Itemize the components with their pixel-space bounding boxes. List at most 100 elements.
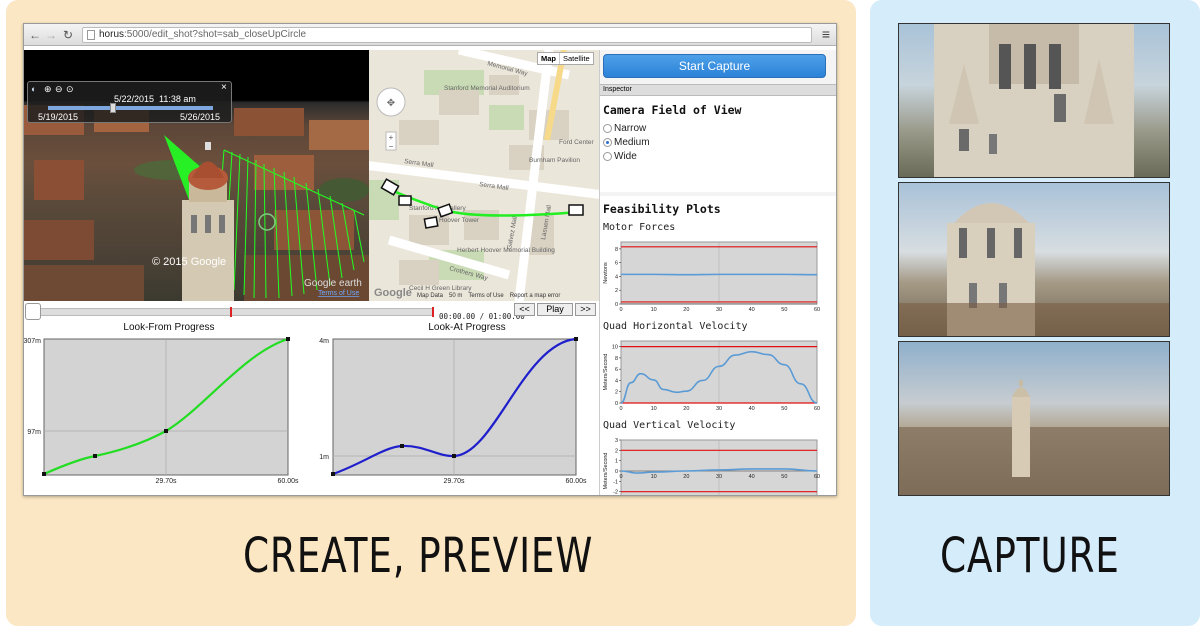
y-axis-label: Newtons (603, 262, 609, 284)
motor-forces-title: Motor Forces (603, 222, 676, 233)
next-button[interactable]: >> (575, 303, 596, 316)
zoom-out-icon[interactable]: ⊖ (55, 84, 63, 95)
earth-3d-view[interactable]: © 2015 Google Google earth Terms of Use … (24, 50, 369, 301)
capture-photo-close (898, 23, 1170, 178)
x-tick-label: 40 (749, 474, 755, 480)
y-axis-label: Meters/Second (603, 453, 609, 490)
satellite-tab[interactable]: Satellite (559, 53, 593, 64)
start-capture-button[interactable]: Start Capture (603, 54, 826, 78)
look-from-keyframe[interactable] (93, 454, 97, 458)
look-at-y-mid: 1m (319, 454, 329, 461)
target-marker-icon (258, 213, 276, 231)
browser-window: ← → ↻ horus:5000/edit_shot?shot=sab_clos… (23, 23, 837, 496)
look-at-keyframe[interactable] (574, 337, 578, 341)
settings-icon[interactable]: ⊙ (66, 84, 74, 95)
y-tick-label: 8 (615, 356, 618, 362)
x-tick-label: 0 (619, 307, 622, 313)
x-tick-label: 10 (651, 474, 657, 480)
x-tick-label: 20 (683, 406, 689, 412)
tower-closeup-image (934, 24, 1134, 177)
look-at-keyframe[interactable] (452, 454, 456, 458)
x-tick-label: 60 (814, 406, 820, 412)
tower-far-image (899, 380, 1169, 495)
progress-charts: Look-From Progress 307m 97m 29.70s 60.00… (24, 322, 599, 495)
current-date: 5/22/2015 11:38 am (114, 94, 196, 104)
look-at-x-max: 60.00s (565, 478, 587, 485)
svg-text:Hoover Tower: Hoover Tower (439, 217, 480, 224)
previous-button[interactable]: << (514, 303, 535, 316)
date-slider-thumb[interactable] (110, 103, 116, 113)
radio-medium-icon[interactable] (603, 138, 612, 147)
google-earth-brand: Google earth (304, 278, 362, 289)
look-from-keyframe[interactable] (42, 472, 46, 476)
look-at-keyframe[interactable] (400, 444, 404, 448)
x-tick-label: 50 (781, 307, 787, 313)
y-tick-label: 3 (615, 438, 618, 444)
google-map[interactable]: Memorial Way Stanford Memorial Auditoriu… (369, 50, 599, 301)
x-tick-label: 50 (781, 474, 787, 480)
capture-photo-far (898, 341, 1170, 496)
look-from-x-max: 60.00s (277, 478, 299, 485)
reload-icon[interactable]: ↻ (61, 27, 75, 43)
map-zoom-out-icon: − (389, 142, 394, 151)
timeline-bar: 00:00.00 / 01:00.00 << Play >> (24, 301, 599, 323)
y-tick-label: 0 (615, 401, 618, 407)
url-bar[interactable]: horus:5000/edit_shot?shot=sab_closeUpCir… (82, 27, 812, 43)
look-at-keyframe[interactable] (331, 472, 335, 476)
fov-option-narrow[interactable]: Narrow (603, 123, 646, 134)
progress-charts-svg: Look-From Progress 307m 97m 29.70s 60.00… (24, 322, 587, 485)
x-tick-label: 10 (651, 406, 657, 412)
fov-option-wide[interactable]: Wide (603, 151, 637, 162)
look-at-y-max: 4m (319, 338, 329, 345)
x-tick-label: 10 (651, 307, 657, 313)
globe-icon[interactable]: ◐ (31, 84, 36, 94)
fov-option-medium[interactable]: Medium (603, 137, 650, 148)
date-slider-track[interactable] (48, 106, 213, 110)
page-icon (87, 30, 95, 40)
forward-arrow-icon[interactable]: → (44, 27, 58, 43)
timeline-scrubber[interactable] (25, 303, 41, 320)
tower-medium-image (899, 203, 1169, 336)
svg-text:Cecil H Green Library: Cecil H Green Library (409, 285, 472, 292)
radio-narrow-icon[interactable] (603, 124, 612, 133)
svg-text:Burnham Pavilion: Burnham Pavilion (529, 157, 580, 164)
zoom-in-icon[interactable]: ⊕ (44, 84, 52, 95)
y-tick-label: 2 (615, 390, 618, 396)
y-tick-label: 6 (615, 261, 618, 267)
x-tick-label: 60 (814, 307, 820, 313)
x-tick-label: 40 (749, 307, 755, 313)
y-tick-label: -2 (613, 490, 618, 496)
motor-forces-chart: Newtons 0 2 4 6 8 0 10 20 30 40 50 60 (603, 241, 820, 313)
look-from-keyframe[interactable] (164, 429, 168, 433)
radio-wide-icon[interactable] (603, 152, 612, 161)
look-from-keyframe[interactable] (286, 337, 290, 341)
map-terms-link[interactable]: Terms of Use (468, 293, 503, 299)
earth-terms-link[interactable]: Terms of Use (318, 290, 359, 297)
vertical-velocity-title: Quad Vertical Velocity (603, 420, 736, 431)
menu-icon[interactable]: ≡ (822, 26, 830, 42)
back-arrow-icon[interactable]: ← (28, 27, 42, 43)
y-axis-label: Meters/Second (603, 354, 609, 391)
map-canvas: Memorial Way Stanford Memorial Auditoriu… (369, 50, 599, 301)
look-at-title: Look-At Progress (428, 323, 505, 333)
fov-wide-label: Wide (614, 151, 637, 162)
close-icon[interactable]: × (221, 82, 227, 93)
look-from-x-mid: 29.70s (155, 478, 177, 485)
fov-narrow-label: Narrow (614, 123, 647, 134)
fov-medium-label: Medium (614, 137, 650, 148)
x-tick-label: 0 (619, 406, 622, 412)
inspector-panel: Start Capture Inspector Camera Field of … (599, 50, 836, 496)
timeline-end-marker (432, 307, 434, 317)
vertical-velocity-chart: Meters/Second-3-2-101230102030405060 (603, 438, 820, 496)
svg-text:Ford Center: Ford Center (559, 139, 595, 146)
map-zoom-in-icon: + (389, 133, 394, 142)
x-tick-label: 0 (619, 474, 622, 480)
capture-photo-medium (898, 182, 1170, 337)
y-tick-label: -1 (613, 479, 618, 485)
map-tab[interactable]: Map (538, 53, 559, 64)
map-report-link[interactable]: Report a map error (510, 293, 561, 299)
x-tick-label: 20 (683, 474, 689, 480)
play-button[interactable]: Play (537, 303, 573, 316)
map-type-switch: Map Satellite (537, 52, 594, 65)
timeline-keyframe-marker (230, 307, 232, 317)
